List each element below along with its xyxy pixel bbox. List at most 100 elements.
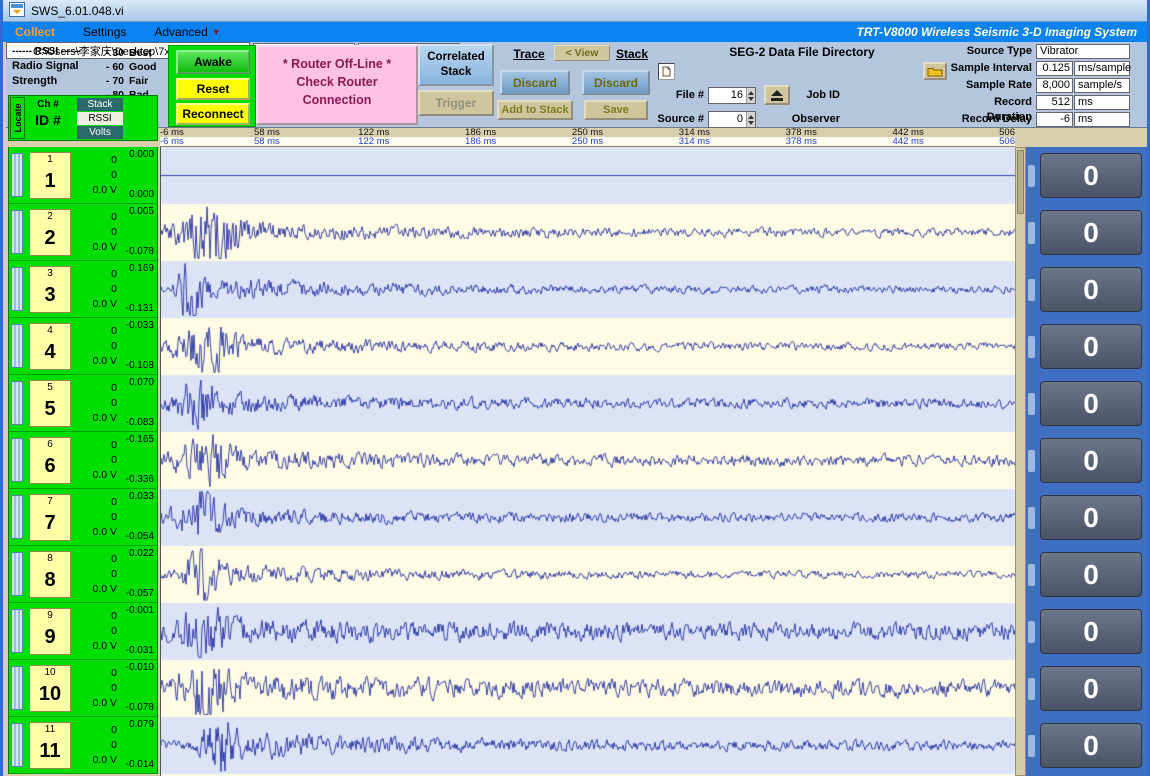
param-label: Sample Rate	[946, 78, 1032, 93]
view-button[interactable]: < View	[554, 45, 610, 61]
stack-count-display[interactable]: 0	[1040, 495, 1142, 540]
channel-id-box[interactable]: 1111	[29, 722, 71, 769]
trace-min-value: -0.083	[126, 417, 154, 428]
stack-count-display[interactable]: 0	[1040, 609, 1142, 654]
trace-min-value: -0.108	[126, 360, 154, 371]
display-handle[interactable]	[1028, 507, 1035, 529]
trace-min-value: -0.031	[126, 645, 154, 656]
trace-max-value: -0.165	[126, 434, 154, 445]
stack-header: Stack	[77, 98, 123, 111]
locate-channel-button[interactable]	[11, 153, 23, 197]
router-msg-line3: Connection	[258, 91, 416, 109]
browse-folder-button[interactable]	[923, 62, 947, 80]
locate-channel-button[interactable]	[11, 552, 23, 596]
channel-id-box[interactable]: 11	[29, 152, 71, 199]
locate-channel-button[interactable]	[11, 495, 23, 539]
stack-count-display[interactable]: 0	[1040, 210, 1142, 255]
scrollbar-thumb[interactable]	[1017, 150, 1024, 214]
source-number-stepper[interactable]: 0	[708, 111, 756, 128]
locate-channel-button[interactable]	[11, 723, 23, 767]
channel-id: 6	[30, 451, 70, 481]
trace-min-value: -0.078	[126, 702, 154, 713]
display-handle[interactable]	[1028, 165, 1035, 187]
display-handle[interactable]	[1028, 564, 1035, 586]
stack-count-display[interactable]: 0	[1040, 723, 1142, 768]
reconnect-button[interactable]: Reconnect	[176, 103, 250, 125]
param-value[interactable]: Vibrator	[1036, 44, 1130, 59]
locate-button[interactable]: Locate	[10, 97, 25, 139]
rssi-level-value: - 60	[98, 60, 124, 74]
channel-row: 77000.0 V0.033-0.054	[8, 489, 158, 546]
channel-id-box[interactable]: 55	[29, 380, 71, 427]
rssi-value: 0	[69, 552, 117, 567]
locate-channel-button[interactable]	[11, 267, 23, 311]
router-msg-line2: Check Router	[258, 73, 416, 91]
locate-channel-button[interactable]	[11, 210, 23, 254]
locate-channel-button[interactable]	[11, 438, 23, 482]
display-handle[interactable]	[1028, 279, 1035, 301]
stack-count-display[interactable]: 0	[1040, 552, 1142, 597]
router-status-message: * Router Off-Line * Check Router Connect…	[256, 45, 418, 125]
chevron-down-icon: ▼	[212, 27, 221, 37]
file-number-stepper[interactable]: 16	[708, 87, 756, 104]
add-to-stack-button[interactable]: Add to Stack	[497, 100, 573, 120]
channel-id-box[interactable]: 22	[29, 209, 71, 256]
menu-advanced[interactable]: Advanced ▼	[140, 25, 234, 39]
awake-button[interactable]: Awake	[176, 50, 250, 74]
trace-discard-button[interactable]: Discard	[500, 70, 570, 95]
stack-count-display[interactable]: 0	[1040, 153, 1142, 198]
param-value[interactable]: -6	[1036, 112, 1073, 127]
locate-channel-button[interactable]	[11, 324, 23, 368]
increment-file-button[interactable]	[764, 85, 790, 105]
stack-count-display[interactable]: 0	[1040, 438, 1142, 483]
param-value[interactable]: 0.125	[1036, 61, 1073, 76]
reset-button[interactable]: Reset	[176, 78, 250, 100]
menu-settings[interactable]: Settings	[69, 25, 140, 39]
time-axis-label: 58 ms	[254, 136, 280, 147]
trace-max-value: 0.000	[129, 149, 154, 160]
menu-collect[interactable]: Collect	[3, 25, 69, 39]
time-axis-label: 186 ms	[465, 136, 496, 147]
channel-number: 5	[30, 381, 70, 394]
trace-scrollbar[interactable]	[1015, 147, 1026, 776]
param-value[interactable]: 512	[1036, 95, 1073, 110]
locate-channel-button[interactable]	[11, 381, 23, 425]
stack-count-display[interactable]: 0	[1040, 267, 1142, 312]
display-handle[interactable]	[1028, 621, 1035, 643]
param-value[interactable]: 8,000	[1036, 78, 1073, 93]
spinner-arrows-icon[interactable]	[746, 112, 755, 127]
volts-header: Volts	[77, 126, 123, 139]
display-handle[interactable]	[1028, 222, 1035, 244]
channel-id-box[interactable]: 99	[29, 608, 71, 655]
trigger-button[interactable]: Trigger	[418, 90, 494, 116]
display-handle[interactable]	[1028, 393, 1035, 415]
trace-min-value: -0.078	[126, 246, 154, 257]
channel-id-box[interactable]: 77	[29, 494, 71, 541]
stack-count-display[interactable]: 0	[1040, 381, 1142, 426]
display-handle[interactable]	[1028, 450, 1035, 472]
channel-row: 55000.0 V0.070-0.083	[8, 375, 158, 432]
param-unit: ms	[1074, 95, 1130, 110]
channel-id-box[interactable]: 1010	[29, 665, 71, 712]
volts-value: 0.0 V	[69, 297, 117, 312]
correlated-stack-button[interactable]: Correlated Stack	[418, 44, 494, 86]
stack-count-display[interactable]: 0	[1040, 324, 1142, 369]
display-handle[interactable]	[1028, 678, 1035, 700]
channel-row: 88000.0 V0.022-0.057	[8, 546, 158, 603]
stack-count-display[interactable]: 0	[1040, 666, 1142, 711]
channel-row: 22000.0 V0.005-0.078	[8, 204, 158, 261]
volts-value: 0.0 V	[69, 354, 117, 369]
locate-channel-button[interactable]	[11, 666, 23, 710]
display-handle[interactable]	[1028, 735, 1035, 757]
save-button[interactable]: Save	[584, 100, 648, 120]
channel-id-box[interactable]: 66	[29, 437, 71, 484]
locate-channel-button[interactable]	[11, 609, 23, 653]
display-handle[interactable]	[1028, 336, 1035, 358]
spinner-arrows-icon[interactable]	[746, 88, 755, 103]
channel-id-box[interactable]: 88	[29, 551, 71, 598]
display-row: 0	[1026, 489, 1150, 546]
stack-discard-button[interactable]: Discard	[582, 70, 650, 95]
title-bar[interactable]: SWS_6.01.048.vi	[3, 0, 1147, 22]
channel-id-box[interactable]: 44	[29, 323, 71, 370]
channel-id-box[interactable]: 33	[29, 266, 71, 313]
